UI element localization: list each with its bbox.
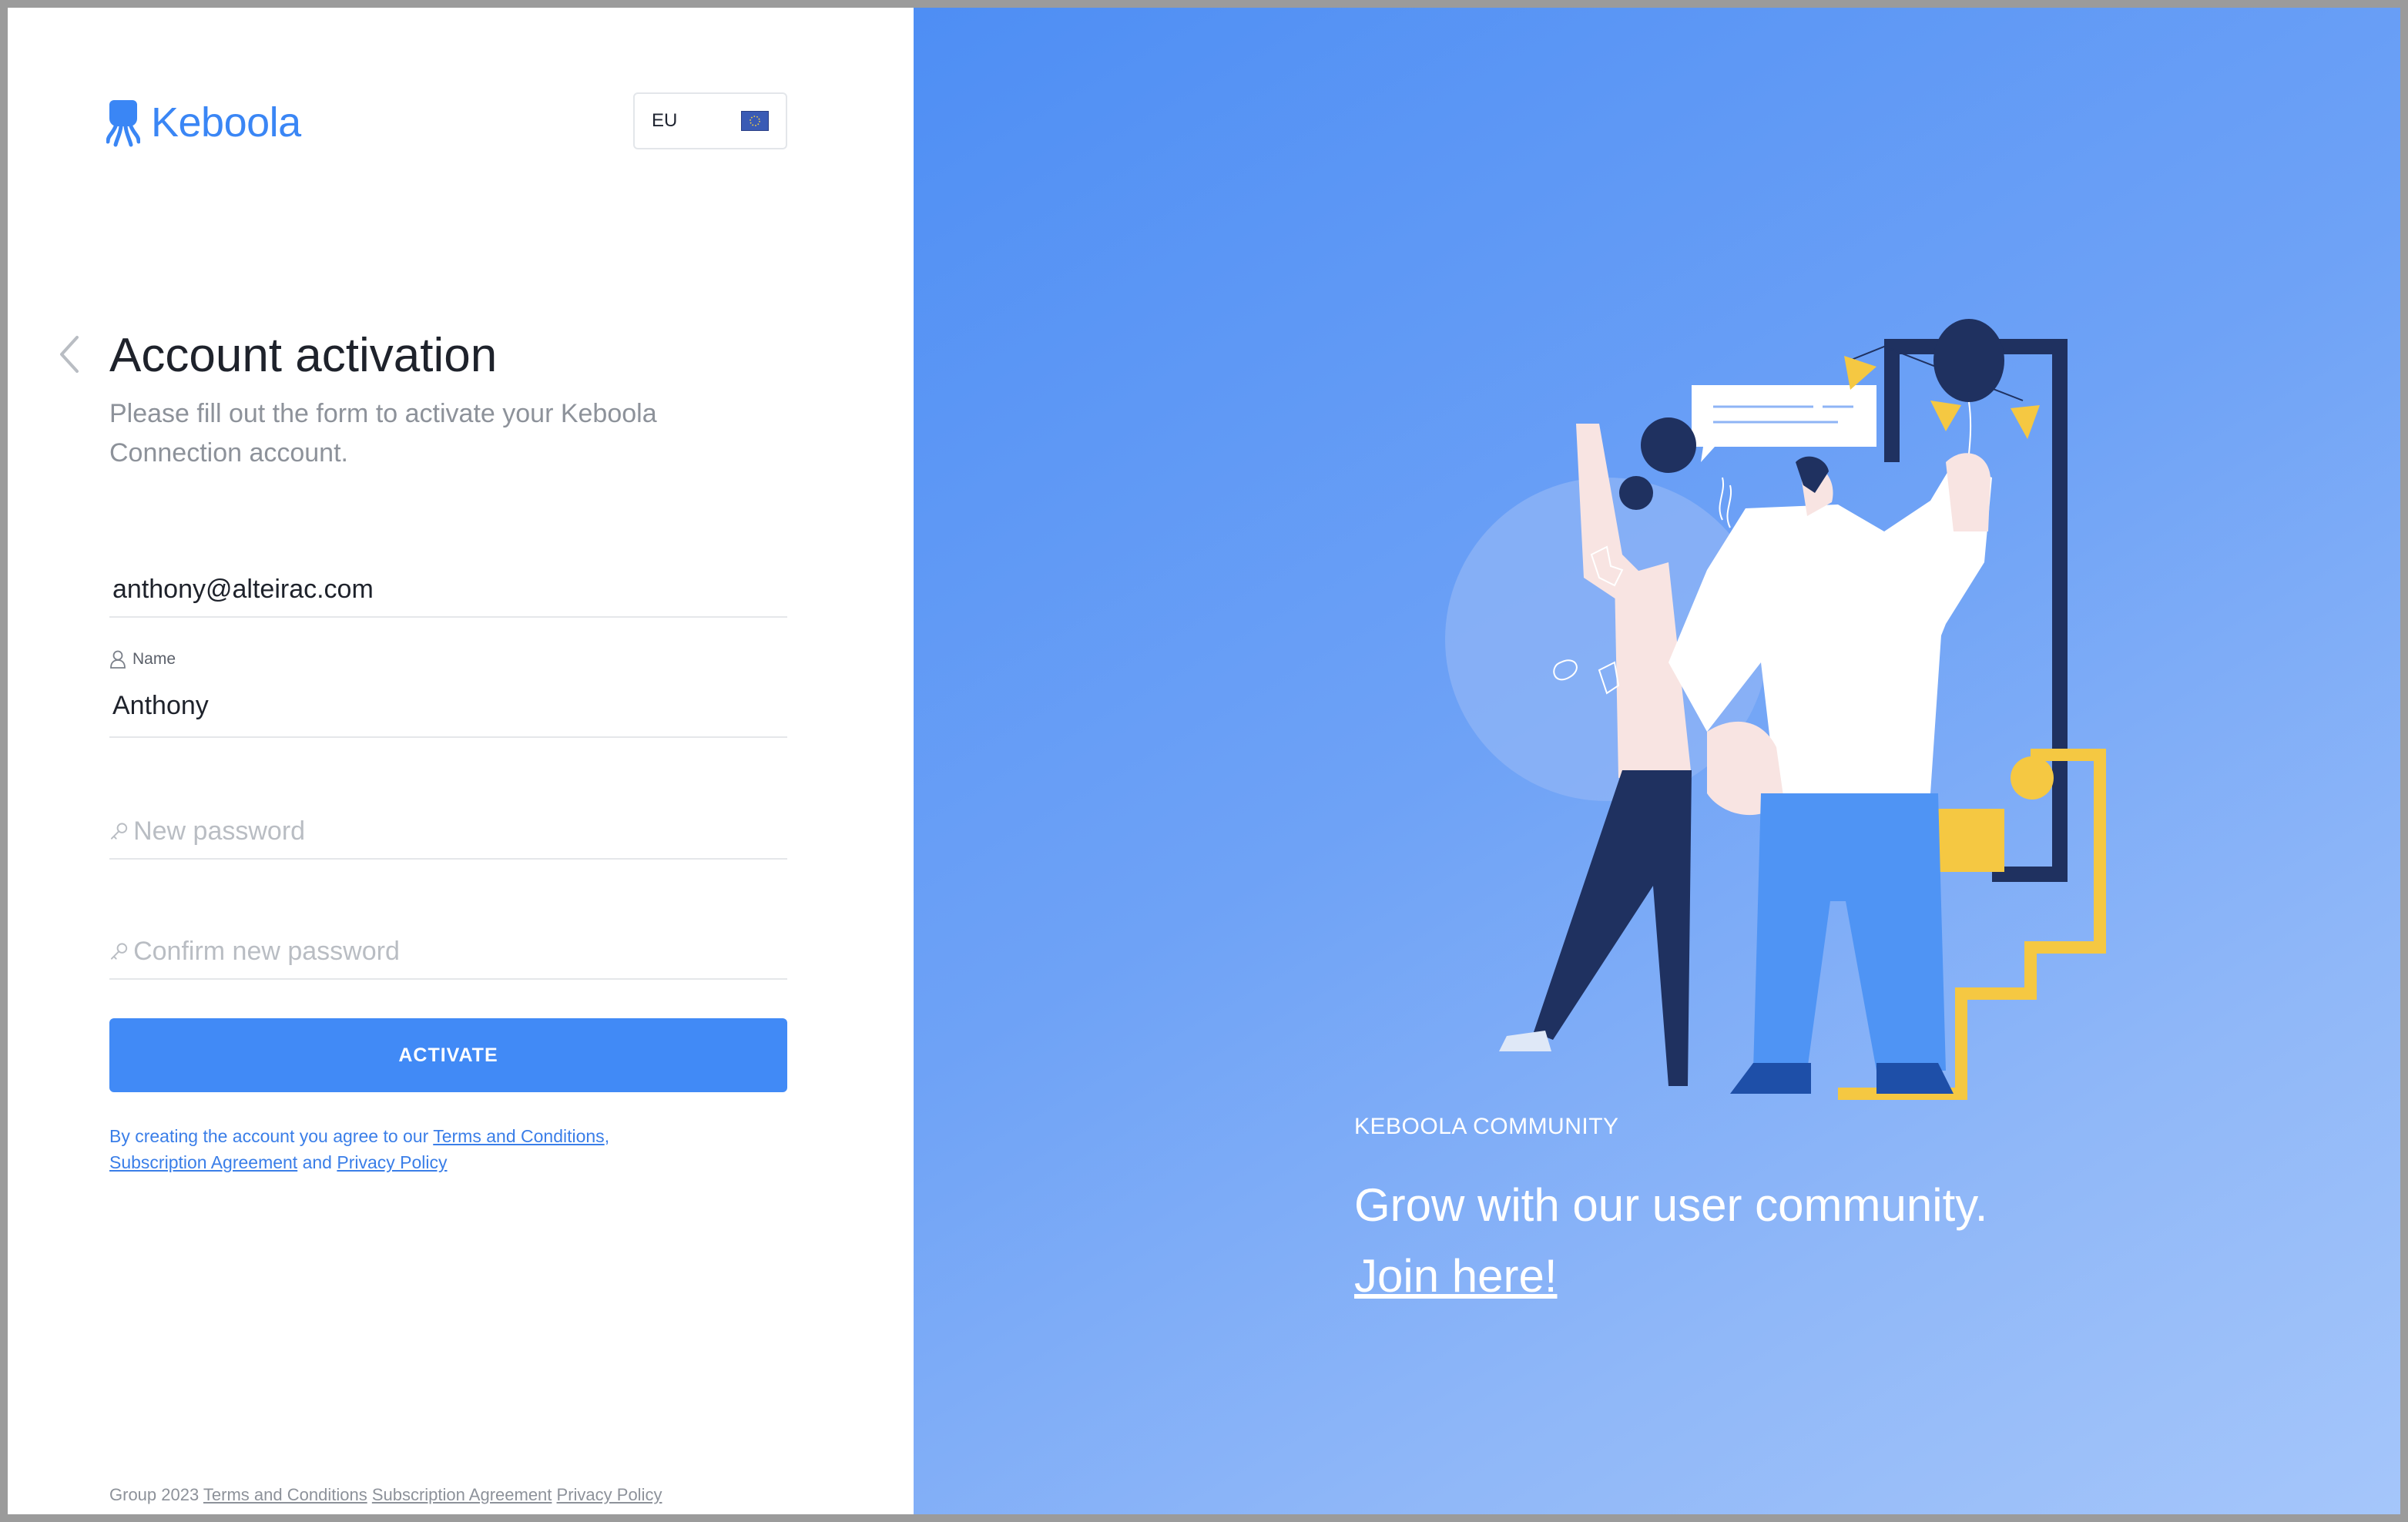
privacy-link[interactable]: Privacy Policy: [337, 1152, 447, 1172]
footer-copyright: Group 2023: [109, 1485, 200, 1504]
join-community-link[interactable]: Join here!: [1354, 1249, 1558, 1302]
email-field-wrapper: [109, 562, 787, 618]
page-title: Account activation: [109, 329, 498, 382]
key-icon: [110, 943, 128, 960]
name-label: Name: [109, 644, 787, 675]
footer-subscription-link[interactable]: Subscription Agreement: [372, 1485, 552, 1504]
community-label: KEBOOLA COMMUNITY: [1354, 1114, 1619, 1139]
agreement-comma: ,: [604, 1126, 610, 1146]
region-selector[interactable]: EU: [633, 92, 787, 149]
terms-link[interactable]: Terms and Conditions: [433, 1126, 604, 1146]
back-arrow-icon[interactable]: [57, 334, 80, 378]
name-field-wrapper: Name: [109, 644, 787, 738]
new-password-wrapper: [109, 804, 787, 860]
login-panel: Keboola EU Account activation Please fil…: [8, 8, 914, 1514]
email-field[interactable]: [109, 562, 787, 616]
footer: Group 2023 Terms and Conditions Subscrip…: [109, 1485, 662, 1505]
community-illustration: [1445, 319, 2106, 1100]
eu-flag-icon: [741, 111, 769, 131]
keboola-logo[interactable]: Keboola: [106, 97, 301, 148]
agreement-text: By creating the account you agree to our…: [109, 1123, 787, 1175]
logo-wordmark: Keboola: [151, 99, 301, 146]
page-subtitle: Please fill out the form to activate you…: [109, 399, 657, 468]
footer-terms-link[interactable]: Terms and Conditions: [203, 1485, 367, 1504]
subscription-link[interactable]: Subscription Agreement: [109, 1152, 297, 1172]
activate-button[interactable]: ACTIVATE: [109, 1018, 787, 1092]
community-promo-panel: KEBOOLA COMMUNITY Grow with our user com…: [914, 8, 2400, 1514]
octopus-icon: [106, 100, 140, 147]
app-window: Keboola EU Account activation Please fil…: [8, 8, 2400, 1514]
confirm-password-wrapper: [109, 924, 787, 980]
footer-privacy-link[interactable]: Privacy Policy: [557, 1485, 662, 1504]
agreement-prefix: By creating the account you agree to our: [109, 1126, 434, 1146]
community-headline: Grow with our user community.: [1354, 1179, 1988, 1231]
user-icon: [110, 650, 126, 669]
key-icon: [110, 823, 128, 840]
name-label-text: Name: [132, 650, 176, 668]
new-password-field[interactable]: [133, 804, 787, 858]
name-field[interactable]: [109, 675, 787, 736]
confirm-password-field[interactable]: [133, 924, 787, 978]
agreement-and: and: [297, 1152, 337, 1172]
region-label: EU: [652, 110, 678, 131]
